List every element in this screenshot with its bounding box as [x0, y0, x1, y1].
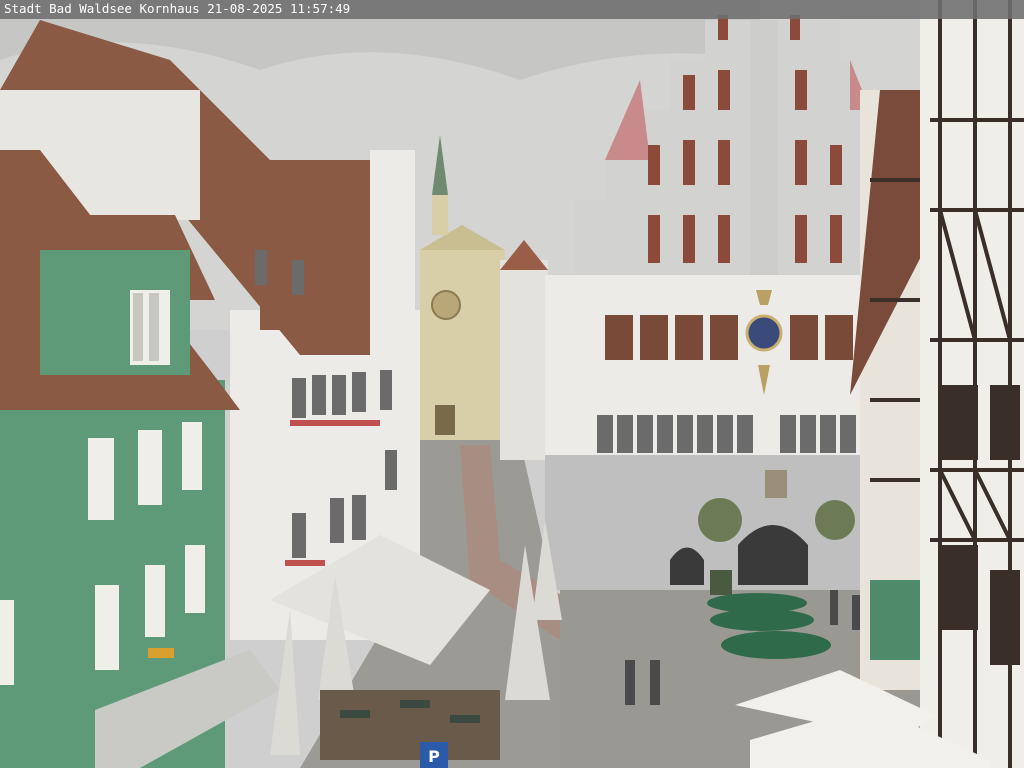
- timber-house-right: [850, 0, 1024, 768]
- webcam-scene: P: [0, 0, 1024, 768]
- webcam-caption: Stadt Bad Waldsee Kornhaus 21-08-2025 11…: [4, 1, 351, 16]
- parking-letter: P: [428, 747, 440, 766]
- parking-sign: P: [420, 742, 448, 768]
- centre-house: [500, 260, 548, 460]
- webcam-caption-bar: Stadt Bad Waldsee Kornhaus 21-08-2025 11…: [0, 0, 1024, 19]
